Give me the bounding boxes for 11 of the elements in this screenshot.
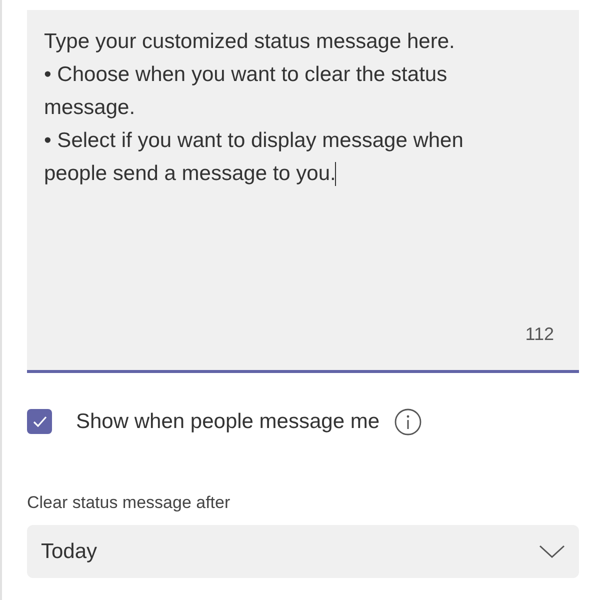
field-label: Clear status message after <box>27 492 232 514</box>
character-counter: 112 <box>525 323 554 346</box>
text-cursor <box>334 162 336 186</box>
info-icon[interactable] <box>394 408 422 436</box>
chevron-down-icon <box>539 544 565 558</box>
checkbox[interactable] <box>27 409 52 434</box>
status-message-field[interactable]: Type your customized status message here. • Choose when you want to clear the status message. • Select if you want to display message when people send a message to you. 112 <box>27 10 579 373</box>
status-message-text: Type your customized status message here. • Choose when you want to clear the status message. • Select if you want to display message when people send a message to you. <box>44 29 464 188</box>
checkbox-label: Show when people message me <box>76 409 380 435</box>
check-icon <box>32 416 46 428</box>
clear-after-dropdown[interactable]: Today <box>27 525 579 578</box>
